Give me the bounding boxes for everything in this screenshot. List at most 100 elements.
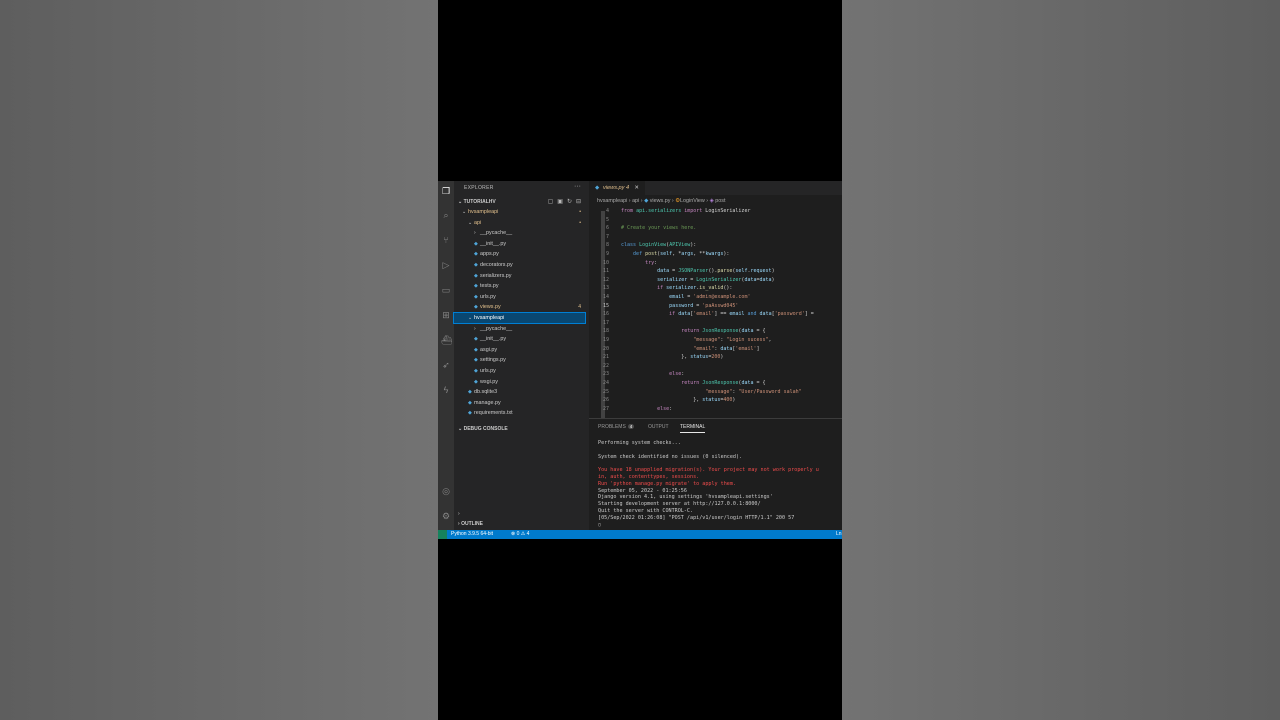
refresh-icon[interactable]: ↻ — [567, 199, 576, 205]
file-icon: ◆ — [474, 262, 478, 268]
new-file-icon[interactable]: ▢ — [548, 199, 558, 205]
panel-tab-terminal[interactable]: TERMINAL — [680, 424, 706, 433]
file-icon: ◆ — [474, 272, 478, 279]
code-text: return JsonResponse(data = { — [681, 328, 766, 335]
tree-folder[interactable]: › __pycache__ — [454, 228, 585, 238]
line-number: 16 — [602, 311, 609, 318]
code-text: # Create your views here. — [621, 225, 697, 232]
terminal-line: [05/Sep/2022 01:26:08] "POST /api/v1/use… — [598, 514, 795, 521]
code-text: else: — [669, 371, 685, 378]
tree-file[interactable]: ◆ urls.py — [454, 292, 585, 302]
chevron-right-icon[interactable]: › — [474, 324, 476, 334]
tree-folder[interactable]: ⌄ hvsampleapi • — [454, 207, 585, 217]
line-number: 20 — [602, 345, 609, 352]
line-number: 27 — [602, 405, 609, 412]
code-text: "message": "Login sucess", — [693, 337, 772, 343]
tree-folder[interactable]: ⌄ api • — [454, 218, 585, 228]
workspace-title[interactable]: ⌄ TUTORIALHV — [458, 199, 496, 205]
terminal-line: Performing system checks... — [598, 440, 681, 446]
code-text: serializer = LoginSerializer(data=data) — [657, 276, 775, 283]
code-editor[interactable]: 4 from api.serializers import LoginSerial… — [589, 207, 842, 417]
problems-count[interactable]: ⊗ 0 ⚠ 4 — [511, 530, 529, 539]
code-text: "email": data['email'] — [693, 345, 760, 352]
code-text: }, status=400) — [621, 397, 736, 404]
line-number: 6 — [605, 225, 609, 232]
breadcrumb-item[interactable]: api — [632, 198, 639, 204]
breadcrumb-item[interactable]: hvsampleapi — [597, 198, 627, 204]
line-number: 22 — [602, 362, 609, 369]
tree-folder[interactable]: › __pycache__ — [454, 324, 585, 334]
tree-item-label: db.sqlite3 — [474, 389, 498, 396]
settings-gear-icon[interactable]: ⚙ — [441, 511, 451, 521]
outline-section[interactable]: › OUTLINE — [458, 521, 483, 527]
file-icon: ◆ — [468, 389, 472, 396]
close-tab-icon[interactable]: ✕ — [634, 181, 639, 195]
remote-indicator-icon[interactable] — [438, 530, 447, 539]
line-number: 19 — [602, 337, 609, 343]
chevron-down-icon[interactable]: ⌄ — [462, 207, 466, 217]
breadcrumb-item[interactable]: LoginView — [680, 198, 705, 204]
tree-file[interactable]: ◆ tests.py — [454, 281, 585, 291]
tree-file[interactable]: ◆ wsgi.py — [454, 377, 585, 387]
tree-file[interactable]: ◆ __init__.py — [454, 334, 585, 344]
run-debug-icon[interactable]: ▷ — [441, 260, 451, 270]
line-number: 5 — [605, 216, 609, 223]
cursor-position[interactable]: Ln — [836, 530, 842, 539]
tree-file[interactable]: ◆ settings.py — [454, 355, 585, 365]
new-folder-icon[interactable]: ▣ — [557, 199, 567, 205]
collapse-all-icon[interactable]: ⊟ — [576, 199, 585, 205]
tree-item-label: __pycache__ — [480, 230, 513, 237]
more-actions-icon[interactable]: ··· — [574, 183, 581, 190]
file-icon: ◆ — [474, 251, 478, 258]
tree-file[interactable]: ◆ manage.py — [454, 398, 585, 408]
code-text: return JsonResponse(data = { — [681, 380, 766, 386]
explorer-icon[interactable]: ❐ — [441, 186, 451, 196]
account-icon[interactable]: ◎ — [441, 486, 451, 496]
docker-icon[interactable]: ⛴ — [441, 335, 452, 345]
tree-file[interactable]: ◆ views.py 4 — [454, 302, 585, 312]
tree-file[interactable]: ◆ apps.py — [454, 249, 585, 259]
lightning-icon[interactable]: ϟ — [441, 385, 451, 395]
file-icon: ◆ — [474, 357, 478, 364]
panel-tab-output[interactable]: OUTPUT — [648, 424, 669, 430]
line-number: 17 — [602, 319, 609, 326]
panel-tab-problems[interactable]: PROBLEMS 4 — [598, 424, 635, 430]
tree-item-label: apps.py — [480, 251, 499, 258]
breadcrumb-item[interactable]: post — [715, 198, 725, 204]
modified-badge: 4 — [578, 304, 581, 311]
breadcrumb-item[interactable]: views.py — [650, 198, 671, 204]
tree-file[interactable]: ◆ urls.py — [454, 366, 585, 376]
tree-file[interactable]: ◆ requirements.txt — [454, 408, 585, 418]
source-control-icon[interactable]: ⑂ — [441, 235, 451, 245]
file-icon: ◆ — [474, 293, 478, 300]
extensions-icon[interactable]: ⊞ — [441, 310, 451, 320]
tree-file[interactable]: ◆ db.sqlite3 — [454, 387, 585, 397]
tree-file[interactable]: ◆ serializers.py — [454, 271, 585, 281]
line-number: 9 — [605, 251, 609, 257]
panel-tab-label: PROBLEMS — [598, 424, 626, 430]
editor-tab-bar: ◆ views.py 4 ✕ — [589, 181, 842, 195]
tree-file[interactable]: ◆ __init__.py — [454, 239, 585, 249]
code-text: }, status=200) — [621, 354, 724, 361]
debug-console-section[interactable]: ⌄ DEBUG CONSOLE — [458, 426, 508, 432]
chevron-down-icon[interactable]: ⌄ — [468, 313, 472, 323]
deploy-icon[interactable]: ➶ — [441, 360, 451, 370]
chevron-right-icon[interactable]: › — [474, 228, 476, 238]
line-number: 7 — [605, 233, 609, 240]
tree-folder[interactable]: ⌄ hvsampleapi — [453, 312, 586, 324]
python-interpreter[interactable]: Python 3.9.5 64-bit — [451, 530, 493, 539]
breadcrumb: hvsampleapi › api › ◆ views.py › ⚙LoginV… — [597, 198, 726, 204]
code-text: else: — [657, 405, 673, 412]
code-text: def post(self, *args, **kwargs): — [633, 251, 730, 257]
tree-file[interactable]: ◆ asgi.py — [454, 345, 585, 355]
tab-views-py[interactable]: ◆ views.py 4 ✕ — [589, 181, 645, 195]
chevron-down-icon[interactable]: ⌄ — [468, 218, 472, 228]
line-number: 4 — [605, 208, 609, 214]
tree-file[interactable]: ◆ decorators.py — [454, 260, 585, 270]
line-number: 24 — [602, 380, 609, 386]
line-number: 25 — [602, 388, 609, 395]
collapsed-section-chevron[interactable]: › — [458, 511, 460, 517]
tree-item-label: serializers.py — [480, 272, 512, 279]
remote-explorer-icon[interactable]: ▭ — [441, 285, 451, 295]
search-icon[interactable]: ⌕ — [441, 210, 451, 220]
